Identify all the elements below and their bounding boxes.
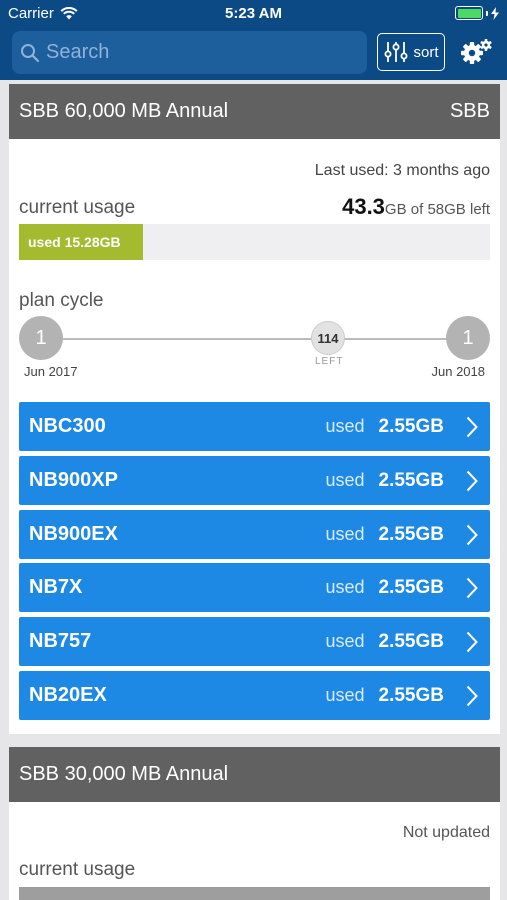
device-name: NB757 <box>29 630 92 652</box>
cycle-start-date: Jun 2017 <box>24 364 78 379</box>
timeline-track <box>41 338 468 340</box>
charging-bolt-icon <box>491 6 499 20</box>
last-used-text: Last used: 3 months ago <box>314 162 490 179</box>
plan-card-header[interactable]: SBB 60,000 MB Annual SBB <box>9 84 500 139</box>
battery-indicator <box>455 6 499 20</box>
device-used-label: used <box>325 470 365 490</box>
days-left-badge: 114 <box>311 321 345 355</box>
device-name: NB20EX <box>29 684 107 706</box>
data-left-value: 43.3 <box>342 194 385 219</box>
device-row[interactable]: NB7X used 2.55GB <box>19 563 490 612</box>
chevron-right-icon <box>466 577 478 598</box>
current-usage-label: current usage <box>19 197 136 218</box>
device-row[interactable]: NB757 used 2.55GB <box>19 617 490 666</box>
device-used-label: used <box>325 577 365 597</box>
device-row[interactable]: NBC300 used 2.55GB <box>19 402 490 451</box>
cycle-start-node: 1 <box>19 316 63 360</box>
device-row[interactable]: NB900EX used 2.55GB <box>19 510 490 559</box>
device-name: NB900EX <box>29 523 118 545</box>
device-used-amount: 2.55GB <box>378 576 444 598</box>
sort-button[interactable]: sort <box>377 33 445 71</box>
data-left-unit: GB <box>384 201 407 218</box>
status-bar: Carrier 5:23 AM <box>0 0 507 28</box>
device-used-label: used <box>325 685 365 705</box>
current-usage-label: current usage <box>19 859 136 880</box>
usage-bar <box>19 887 490 900</box>
device-used-label: used <box>325 416 365 436</box>
device-name: NBC300 <box>29 415 106 437</box>
clock: 5:23 AM <box>225 5 282 22</box>
status-text: Not updated <box>402 824 490 841</box>
sliders-icon <box>384 42 408 62</box>
device-used-amount: 2.55GB <box>378 415 444 437</box>
search-input[interactable] <box>46 41 346 64</box>
usage-bar-fill: used 15.28GB <box>19 224 143 260</box>
device-used-amount: 2.55GB <box>378 630 444 652</box>
device-used-amount: 2.55GB <box>378 684 444 706</box>
plan-title: SBB 60,000 MB Annual <box>19 100 229 122</box>
device-name: NB900XP <box>29 469 118 491</box>
usage-bar: used 15.28GB <box>19 224 490 260</box>
chevron-right-icon <box>466 524 478 545</box>
chevron-right-icon <box>466 416 478 437</box>
device-name: NB7X <box>29 576 83 598</box>
chevron-right-icon <box>466 470 478 491</box>
search-icon <box>21 43 40 62</box>
plan-card: SBB 30,000 MB Annual Not updated current… <box>9 747 500 900</box>
cycle-end-date: Jun 2018 <box>431 364 486 379</box>
top-bar: Carrier 5:23 AM Search sort <box>0 0 507 80</box>
plan-title: SBB 30,000 MB Annual <box>19 763 229 785</box>
device-used-amount: 2.55GB <box>378 523 444 545</box>
sort-label: sort <box>413 43 439 61</box>
plan-card: SBB 60,000 MB Annual SBB Last used: 3 mo… <box>9 84 500 734</box>
plan-cycle-timeline: 1 114 LEFT 1 Jun 2017 Jun 2018 <box>19 306 490 379</box>
data-left-suffix: of 58GB left <box>410 201 490 218</box>
gear-icon[interactable] <box>459 36 493 70</box>
data-left-summary: 43.3GB of 58GB left <box>342 194 490 220</box>
cycle-end-node: 1 <box>446 316 490 360</box>
battery-icon <box>455 6 483 20</box>
chevron-right-icon <box>466 685 478 706</box>
device-used-amount: 2.55GB <box>378 469 444 491</box>
chevron-right-icon <box>466 631 478 652</box>
days-left-label: LEFT <box>315 356 344 367</box>
plan-card-header[interactable]: SBB 30,000 MB Annual <box>9 747 500 802</box>
search-bar[interactable] <box>12 31 367 74</box>
device-row[interactable]: NB900XP used 2.55GB <box>19 456 490 505</box>
device-used-label: used <box>325 631 365 651</box>
plan-provider: SBB <box>449 100 490 122</box>
device-used-label: used <box>325 524 365 544</box>
device-row[interactable]: NB20EX used 2.55GB <box>19 671 490 720</box>
